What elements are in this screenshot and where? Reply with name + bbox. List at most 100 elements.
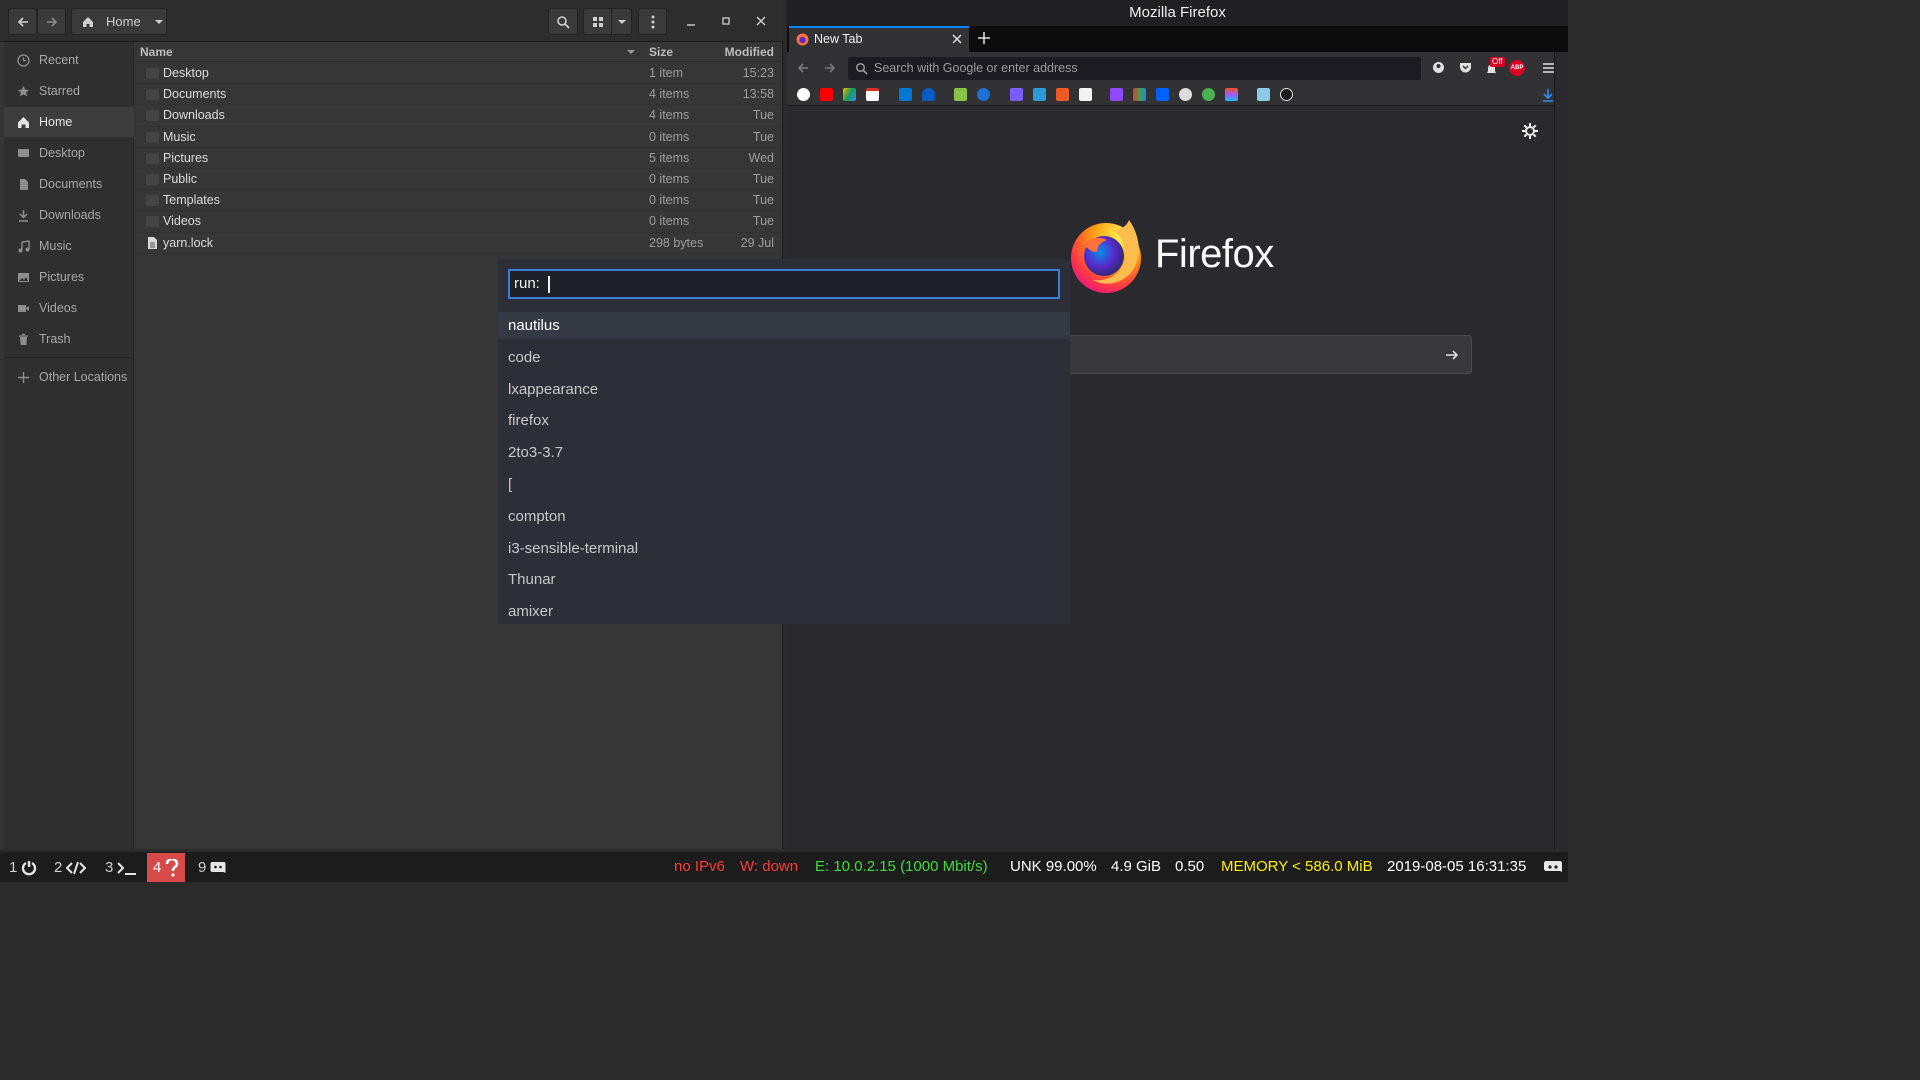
sheets-icon[interactable] (954, 88, 967, 101)
back-button[interactable] (8, 8, 37, 35)
run-result-item[interactable]: i3-sensible-terminal (498, 535, 1070, 562)
dropbox-icon[interactable] (1156, 88, 1169, 101)
plus-icon (16, 370, 30, 384)
calendar-icon[interactable] (1056, 88, 1069, 101)
scrollbar[interactable] (1554, 52, 1568, 849)
drive-icon[interactable] (843, 88, 856, 101)
sidebar-item-trash[interactable]: Trash (4, 324, 134, 354)
workspace-4[interactable]: 4 (147, 853, 186, 882)
sidebar-item-other-locations[interactable]: Other Locations (4, 362, 134, 392)
folder-icon (146, 110, 159, 122)
figma-icon[interactable] (1225, 88, 1238, 101)
chevron-down-icon (154, 19, 163, 24)
sidebar-item-videos[interactable]: Videos (4, 293, 134, 323)
azure-icon[interactable] (1033, 88, 1046, 101)
bookmark-app-icon[interactable] (1257, 88, 1270, 101)
extension-badge-button[interactable]: Off (1483, 57, 1505, 77)
close-button[interactable] (754, 14, 768, 33)
youtube-icon[interactable] (820, 88, 833, 101)
edge-icon[interactable] (977, 88, 990, 101)
folder-icon (146, 195, 159, 207)
file-modified: Tue (752, 108, 774, 123)
path-bar-home[interactable]: Home (71, 8, 167, 35)
column-size[interactable]: Size (649, 45, 673, 59)
column-modified[interactable]: Modified (725, 45, 774, 59)
column-name[interactable]: Name (140, 45, 173, 59)
back-icon[interactable] (796, 61, 810, 75)
run-result-item[interactable]: firefox (498, 407, 1070, 434)
maximize-button[interactable] (719, 14, 733, 33)
infinity-icon[interactable] (1179, 88, 1192, 101)
sidebar-item-desktop[interactable]: Desktop (4, 138, 134, 168)
load-status: 0.50 (1175, 858, 1205, 875)
tab-new-tab[interactable]: New Tab (789, 26, 969, 52)
search-button[interactable] (548, 8, 578, 35)
minimize-button[interactable] (684, 14, 698, 33)
run-result-item[interactable]: 2to3-3.7 (498, 439, 1070, 466)
github-icon[interactable] (1280, 88, 1293, 101)
view-options-button[interactable] (611, 8, 632, 35)
arrow-right-icon[interactable] (1445, 348, 1459, 362)
file-row[interactable]: Desktop 1 item 15:23 (135, 63, 782, 84)
sidebar-item-music[interactable]: Music (4, 231, 134, 261)
google-icon[interactable] (797, 88, 810, 101)
nautilus-headerbar: Home (0, 0, 783, 42)
run-result-item[interactable]: amixer (498, 598, 1070, 625)
workspace-9[interactable]: 9 (192, 853, 232, 882)
file-row[interactable]: Documents 4 items 13:58 (135, 84, 782, 105)
url-bar[interactable]: Search with Google or enter address (848, 57, 1421, 80)
forward-button[interactable] (37, 8, 66, 35)
gear-icon[interactable] (1522, 123, 1538, 139)
twitch-icon[interactable] (1110, 88, 1123, 101)
discord-tray-icon[interactable] (1543, 859, 1563, 875)
forward-icon[interactable] (823, 61, 837, 75)
sort-down-icon (627, 50, 635, 54)
app-icon[interactable] (1010, 88, 1023, 101)
folder-icon (146, 89, 159, 101)
grid-app-icon[interactable] (1079, 88, 1092, 101)
run-result-item[interactable]: code (498, 344, 1070, 371)
sidebar-item-documents[interactable]: Documents (4, 169, 134, 199)
file-row[interactable]: Templates 0 items Tue (135, 190, 782, 211)
run-result-item[interactable]: [ (498, 471, 1070, 498)
sidebar-item-home[interactable]: Home (4, 107, 134, 137)
star-icon (16, 84, 30, 98)
sidebar-item-downloads[interactable]: Downloads (4, 200, 134, 230)
close-tab-icon[interactable] (951, 33, 963, 45)
run-result-item[interactable]: Thunar (498, 566, 1070, 593)
file-row[interactable]: Downloads 4 items Tue (135, 105, 782, 126)
pocket-icon[interactable] (1459, 61, 1472, 74)
wifi-status: W: down (740, 858, 799, 875)
sidebar-item-pictures[interactable]: Pictures (4, 262, 134, 292)
workspace-1[interactable]: 1 (3, 853, 43, 882)
view-grid-button[interactable] (583, 8, 612, 35)
sidebar-item-starred[interactable]: Starred (4, 76, 134, 106)
outlook-icon[interactable] (899, 88, 912, 101)
newtab-search-input[interactable] (1069, 335, 1472, 374)
run-result-item[interactable]: nautilus (498, 312, 1070, 339)
run-result-item[interactable]: compton (498, 503, 1070, 530)
new-tab-icon[interactable] (977, 31, 991, 45)
file-row[interactable]: Public 0 items Tue (135, 169, 782, 190)
leaf-icon[interactable] (1202, 88, 1215, 101)
gmail-icon[interactable] (866, 88, 879, 101)
file-name: yarn.lock (163, 235, 214, 250)
file-row[interactable]: Pictures 5 items Wed (135, 148, 782, 169)
stats-icon[interactable] (1133, 88, 1146, 101)
run-launcher: run: nautilus code lxappearance firefox 2to3… (498, 259, 1070, 624)
onedrive-icon[interactable] (922, 88, 935, 101)
sidebar-item-recent[interactable]: Recent (4, 45, 134, 75)
adblock-button[interactable]: ABP (1509, 60, 1525, 76)
download-icon[interactable] (1541, 88, 1555, 102)
file-row[interactable]: Videos 0 items Tue (135, 211, 782, 232)
run-result-item[interactable]: lxappearance (498, 376, 1070, 403)
file-row[interactable]: yarn.lock 298 bytes 29 Jul (135, 233, 782, 254)
run-input[interactable]: run: (508, 269, 1060, 299)
menu-button[interactable] (638, 8, 667, 35)
account-icon[interactable] (1432, 61, 1445, 74)
workspace-3[interactable]: 3 (99, 853, 143, 882)
workspace-2[interactable]: 2 (48, 853, 92, 882)
sidebar-item-label: Videos (39, 301, 77, 315)
file-modified: 15:23 (742, 66, 774, 80)
file-row[interactable]: Music 0 items Tue (135, 127, 782, 148)
